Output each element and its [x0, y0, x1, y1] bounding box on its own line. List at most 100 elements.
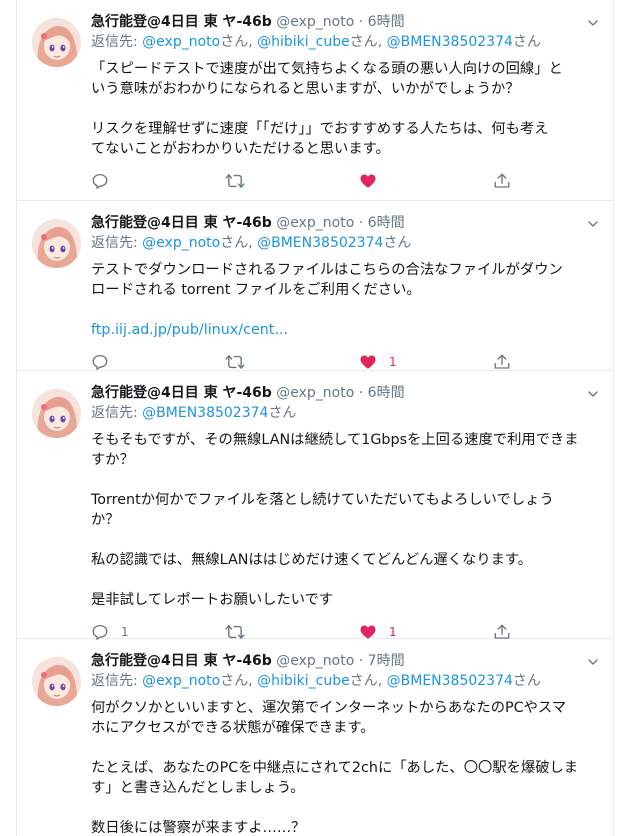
tweet-text-line: そもそもですが、その無線LANは継続して1Gbpsを上回る速度で利用できま: [91, 432, 579, 448]
tweet-text: そもそもですが、その無線LANは継続して1Gbpsを上回る速度で利用できま すか？…: [91, 430, 605, 610]
reply-mention-suffix: さん: [383, 235, 412, 251]
separator-dot: ·: [358, 653, 364, 669]
chevron-down-icon[interactable]: [587, 17, 599, 29]
tweet-timestamp[interactable]: 7時間: [368, 653, 405, 669]
tweet-text: 何がクソかといいますと、運次第でインターネットからあなたのPCやスマ ホにアクセス…: [91, 698, 605, 836]
tweet-text-line: テストでダウンロードされるファイルはこちらの合法なファイルがダウン: [91, 262, 563, 278]
tweet-header: 急行能登@4日目 東 ヤ-46b @exp_noto · 6時間: [91, 213, 405, 233]
tweet-timestamp[interactable]: 6時間: [368, 14, 405, 30]
reply-mention-link[interactable]: @exp_noto: [142, 235, 220, 251]
reply-prefix: 返信先:: [91, 673, 143, 689]
timeline: 急行能登@4日目 東 ヤ-46b @exp_noto · 6時間 返信先: @e…: [16, 0, 614, 836]
retweet-button[interactable]: [225, 352, 257, 372]
reply-to-line: 返信先: @exp_notoさん, @hibiki_cubeさん, @BMEN3…: [91, 32, 541, 52]
retweet-button[interactable]: [225, 171, 257, 191]
reply-mention-suffix: さん,: [220, 235, 258, 251]
reply-icon: [92, 173, 108, 189]
tweet-text-line: いう意味がおわかりになられると思いますが、いかがでしょうか？: [91, 81, 520, 97]
chevron-down-icon[interactable]: [587, 656, 599, 668]
like-button[interactable]: [359, 171, 389, 191]
display-name[interactable]: 急行能登@4日目 東 ヤ-46b: [91, 653, 272, 669]
user-handle[interactable]: @exp_noto: [276, 14, 354, 30]
share-button[interactable]: [493, 352, 511, 372]
reply-button[interactable]: [91, 352, 121, 372]
reply-prefix: 返信先:: [91, 34, 143, 50]
reply-to-line: 返信先: @exp_notoさん, @BMEN38502374さん: [91, 233, 411, 253]
like-icon: [360, 355, 376, 369]
share-button[interactable]: [493, 171, 511, 191]
reply-prefix: 返信先:: [91, 405, 143, 421]
tweet-timestamp[interactable]: 6時間: [368, 385, 405, 401]
tweet-header: 急行能登@4日目 東 ヤ-46b @exp_noto · 6時間: [91, 383, 405, 403]
reply-mention-suffix: さん: [268, 405, 297, 421]
reply-mention-link[interactable]: @exp_noto: [142, 673, 220, 689]
reply-mention-suffix: さん: [512, 673, 541, 689]
separator-dot: ·: [358, 215, 364, 231]
tweet-text: 「スピードテストで速度が出て気持ちよくなる頭の悪い人向けの回線」と いう意味がおわ…: [91, 59, 605, 159]
tweet-text-line: すか？: [91, 452, 134, 468]
tweet-actions: [91, 171, 531, 191]
share-icon: [494, 173, 510, 188]
user-handle[interactable]: @exp_noto: [276, 215, 354, 231]
tweet-link[interactable]: ftp.iij.ad.jp/pub/linux/cent...: [91, 320, 605, 340]
reply-button[interactable]: [91, 171, 121, 191]
share-icon: [494, 354, 510, 369]
user-handle[interactable]: @exp_noto: [276, 385, 354, 401]
reply-mention-link[interactable]: @BMEN38502374: [387, 34, 513, 50]
tweet-timestamp[interactable]: 6時間: [368, 215, 405, 231]
user-handle[interactable]: @exp_noto: [276, 653, 354, 669]
tweet-text-line: 私の認識では、無線LANははじめだけ速くてどんどん遅くなります。: [91, 552, 533, 568]
tweet-text-line: てないことがおわかりいただけると思います。: [91, 141, 390, 157]
tweet-actions: 1: [91, 352, 531, 372]
chevron-down-icon[interactable]: [587, 218, 599, 230]
tweet-text-line: 数日後には警察が来ますよ……？: [91, 820, 306, 836]
tweet[interactable]: 急行能登@4日目 東 ヤ-46b @exp_noto · 6時間 返信先: @B…: [17, 371, 613, 640]
tweet-text-line: ホにアクセスができる状態が確保できます。: [91, 720, 375, 736]
reply-mention-link[interactable]: @BMEN38502374: [142, 405, 268, 421]
tweet[interactable]: 急行能登@4日目 東 ヤ-46b @exp_noto · 6時間 返信先: @e…: [17, 0, 613, 201]
separator-dot: ·: [358, 14, 364, 30]
tweet-header: 急行能登@4日目 東 ヤ-46b @exp_noto · 6時間: [91, 12, 405, 32]
like-count: 1: [389, 355, 397, 369]
reply-mention-suffix: さん,: [349, 34, 387, 50]
avatar[interactable]: [32, 219, 81, 268]
reply-mention-suffix: さん,: [220, 34, 258, 50]
tweet[interactable]: 急行能登@4日目 東 ヤ-46b @exp_noto · 6時間 返信先: @e…: [17, 201, 613, 371]
tweet-text-line: 是非試してレポートお願いしたいです: [91, 592, 334, 608]
like-button[interactable]: 1: [359, 352, 397, 372]
chevron-down-icon[interactable]: [587, 388, 599, 400]
reply-mention-link[interactable]: @hibiki_cube: [257, 34, 350, 50]
tweet-text-line: か？: [91, 512, 120, 528]
tweet-text-line: たとえば、あなたのPCを中継点にされて2chに「あした、〇〇駅を爆破しま: [91, 760, 579, 776]
reply-mention-suffix: さん,: [220, 673, 258, 689]
reply-mention-link[interactable]: @hibiki_cube: [257, 673, 350, 689]
display-name[interactable]: 急行能登@4日目 東 ヤ-46b: [91, 215, 272, 231]
retweet-icon: [225, 174, 245, 188]
reply-mention-link[interactable]: @BMEN38502374: [257, 235, 383, 251]
reply-count: 1: [121, 625, 129, 639]
tweet-text-line: Torrentか何かでファイルを落とし続けていただいてもよろしいでしょう: [91, 492, 554, 508]
avatar[interactable]: [32, 389, 81, 438]
tweet-text-line: 「スピードテストで速度が出て気持ちよくなる頭の悪い人向けの回線」と: [91, 61, 563, 77]
reply-to-line: 返信先: @exp_notoさん, @hibiki_cubeさん, @BMEN3…: [91, 671, 541, 691]
reply-mention-link[interactable]: @BMEN38502374: [387, 673, 513, 689]
avatar[interactable]: [32, 18, 81, 67]
avatar[interactable]: [32, 657, 81, 706]
tweet-text: テストでダウンロードされるファイルはこちらの合法なファイルがダウン ロードされる …: [91, 260, 605, 340]
retweet-icon: [225, 355, 245, 369]
tweet[interactable]: 急行能登@4日目 東 ヤ-46b @exp_noto · 7時間 返信先: @e…: [17, 639, 613, 836]
display-name[interactable]: 急行能登@4日目 東 ヤ-46b: [91, 14, 272, 30]
like-icon: [360, 174, 376, 188]
display-name[interactable]: 急行能登@4日目 東 ヤ-46b: [91, 385, 272, 401]
tweet-text-line: ロードされる torrent ファイルをご利用ください。: [91, 282, 421, 298]
reply-mention-suffix: さん,: [349, 673, 387, 689]
reply-prefix: 返信先:: [91, 235, 143, 251]
reply-mention-link[interactable]: @exp_noto: [142, 34, 220, 50]
